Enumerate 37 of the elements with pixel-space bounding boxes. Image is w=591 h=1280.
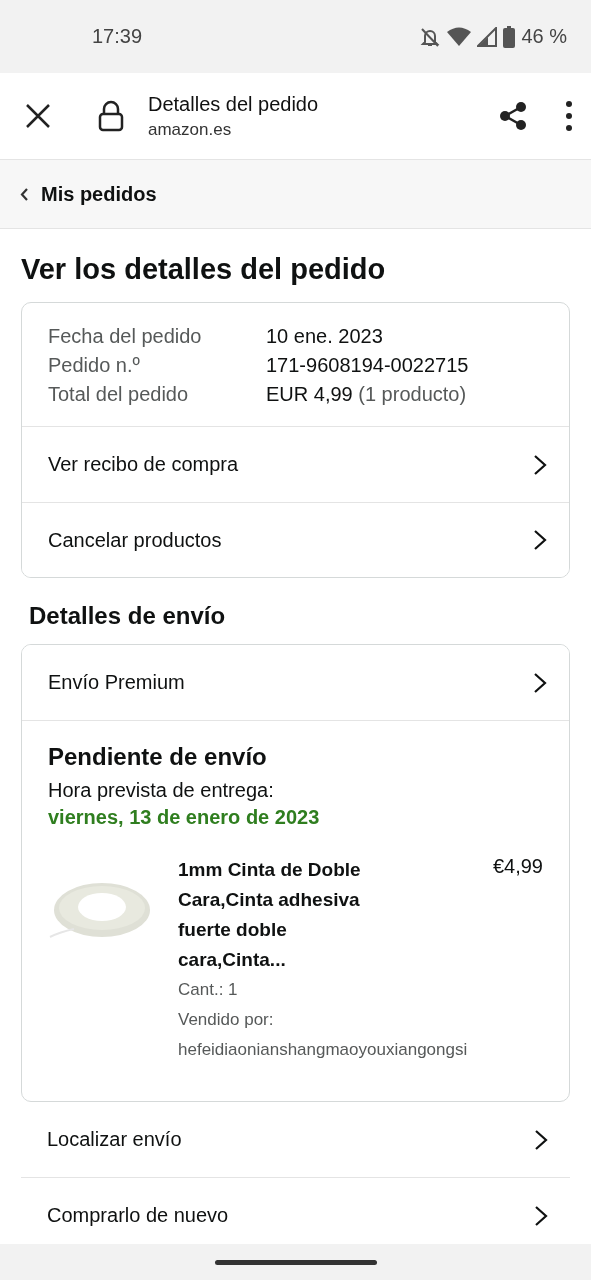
chevron-right-icon xyxy=(534,1204,548,1227)
field-note: (1 producto) xyxy=(358,383,467,405)
product-title[interactable]: 1mm Cinta de Doble Cara,Cinta adhesiva fuerte doble cara,Cinta... xyxy=(178,855,390,975)
battery-percentage: 46 % xyxy=(521,25,567,48)
clock: 17:39 xyxy=(92,25,144,48)
field-value: EUR 4,99 xyxy=(266,383,353,405)
seller-name: hefeidiaonianshangmaoyouxiangongsi xyxy=(178,1039,469,1061)
shipment-status: Pendiente de envío xyxy=(48,743,268,771)
seller-label: Vendido por: xyxy=(178,1009,275,1031)
chevron-right-icon xyxy=(533,453,547,476)
chevron-left-icon xyxy=(20,187,29,201)
field-label: Total del pedido xyxy=(48,383,190,406)
wifi-icon xyxy=(447,26,472,47)
field-label: Pedido n.º xyxy=(48,354,141,377)
product-price: €4,99 xyxy=(492,855,543,879)
share-icon xyxy=(499,101,527,131)
field-value: 10 ene. 2023 xyxy=(266,325,384,348)
field-label: Fecha del pedido xyxy=(48,325,203,348)
product-quantity: Cant.: 1 xyxy=(178,979,239,1001)
delivery-date: viernes, 13 de enero de 2023 xyxy=(48,806,321,829)
signal-icon xyxy=(477,26,498,47)
section-heading: Detalles de envío xyxy=(29,602,227,630)
order-link-row[interactable]: Cancelar productos xyxy=(22,502,569,577)
chevron-right-icon xyxy=(534,1128,548,1151)
battery-icon xyxy=(503,25,516,48)
close-icon xyxy=(24,102,52,130)
page-url: amazon.es xyxy=(148,119,233,140)
field-value: 171-9608194-0022715 xyxy=(266,354,470,377)
home-indicator[interactable] xyxy=(214,1259,377,1265)
back-link[interactable]: Mis pedidos xyxy=(20,182,157,206)
more-icon xyxy=(565,101,573,131)
delivery-label: Hora prevista de entrega: xyxy=(48,779,275,802)
chevron-right-icon xyxy=(533,529,547,551)
chevron-right-icon xyxy=(533,671,547,694)
page-heading: Ver los detalles del pedido xyxy=(21,253,387,286)
page-title: Detalles del pedido xyxy=(148,92,320,116)
lock-icon xyxy=(98,100,124,132)
